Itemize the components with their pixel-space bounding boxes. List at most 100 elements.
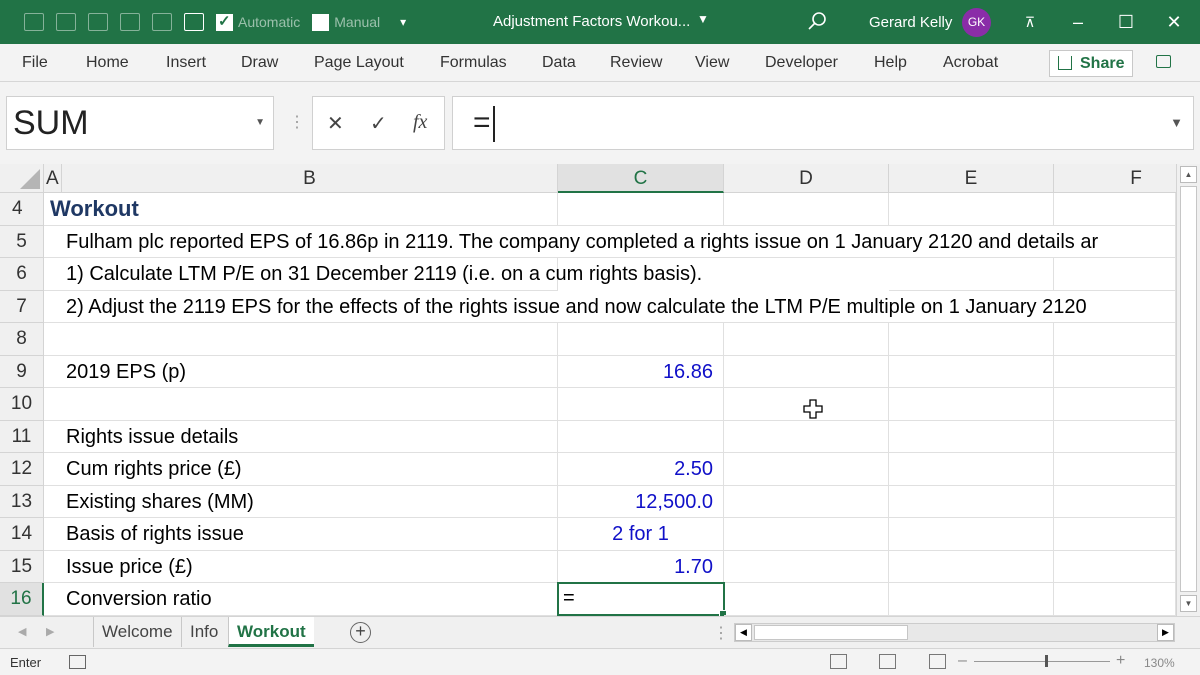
column-header-e[interactable]: E [889, 164, 1054, 193]
tab-file[interactable]: File [22, 54, 48, 72]
enter-check-icon[interactable]: ✓ [370, 111, 387, 136]
scroll-down-icon[interactable]: ▼ [1180, 595, 1197, 612]
cell-d12[interactable] [724, 453, 889, 486]
zoom-slider-knob[interactable] [1045, 655, 1048, 667]
cell-e12[interactable] [889, 453, 1054, 486]
cell-c10[interactable] [558, 388, 724, 421]
zoom-level[interactable]: 130% [1144, 656, 1175, 670]
save-icon[interactable] [56, 13, 76, 31]
manual-calc-toggle[interactable]: Manual [312, 13, 380, 31]
cell-c13[interactable]: 12,500.0 [558, 485, 724, 518]
calculator-icon[interactable] [120, 13, 140, 31]
row-header-16[interactable]: 16 [0, 583, 44, 616]
tab-formulas[interactable]: Formulas [440, 54, 507, 72]
cell-b7[interactable]: 2) Adjust the 2119 EPS for the effects o… [44, 290, 1176, 323]
customize-qat-icon[interactable]: ▾ [400, 15, 406, 29]
cell-c11[interactable] [558, 420, 724, 453]
sheet-tab-workout[interactable]: Workout [228, 617, 314, 647]
tab-developer[interactable]: Developer [765, 54, 838, 72]
macro-recording-icon[interactable] [69, 655, 86, 669]
cell-d4[interactable] [724, 193, 889, 226]
tab-draw[interactable]: Draw [241, 54, 278, 72]
row-header-7[interactable]: 7 [0, 290, 44, 323]
column-header-a[interactable]: A [44, 164, 62, 193]
column-header-f[interactable]: F [1054, 164, 1176, 193]
avatar[interactable]: GK [962, 8, 991, 37]
tab-home[interactable]: Home [86, 54, 129, 72]
cell-d14[interactable] [724, 518, 889, 551]
active-cell-c16[interactable]: = [557, 582, 727, 616]
row-header-13[interactable]: 13 [0, 485, 44, 518]
insert-function-icon[interactable]: fx [413, 111, 427, 134]
next-sheet-icon[interactable]: ▶ [46, 625, 54, 638]
cell-c12[interactable]: 2.50 [558, 453, 724, 486]
cell-b13[interactable]: Existing shares (MM) [44, 485, 558, 518]
expand-formula-bar-icon[interactable]: ▼ [1170, 97, 1183, 149]
form-icon[interactable] [152, 13, 172, 31]
maximize-icon[interactable]: ☐ [1114, 10, 1138, 34]
tab-insert[interactable]: Insert [166, 54, 206, 72]
cell-e16[interactable] [889, 583, 1054, 616]
document-title[interactable]: Adjustment Factors Workou... [493, 13, 690, 30]
cell-b12[interactable]: Cum rights price (£) [44, 453, 558, 486]
cell-b5[interactable]: Fulham plc reported EPS of 16.86p in 211… [44, 225, 1176, 258]
cell-f12[interactable] [1054, 453, 1176, 486]
column-header-b[interactable]: B [62, 164, 558, 193]
tab-acrobat[interactable]: Acrobat [943, 54, 998, 72]
sheet-tab-welcome[interactable]: Welcome [93, 617, 181, 647]
resize-handle-icon[interactable]: ⋮ [289, 112, 305, 132]
name-box-dropdown-icon[interactable]: ▼ [255, 97, 265, 149]
cell-e4[interactable] [889, 193, 1054, 226]
row-header-6[interactable]: 6 [0, 258, 44, 291]
scroll-up-icon[interactable]: ▲ [1180, 166, 1197, 183]
horizontal-scroll-thumb[interactable] [754, 625, 908, 640]
select-all-button[interactable] [0, 164, 44, 193]
cell-d15[interactable] [724, 550, 889, 583]
row-header-15[interactable]: 15 [0, 550, 44, 583]
cell-e9[interactable] [889, 355, 1054, 388]
cell-e15[interactable] [889, 550, 1054, 583]
cell-e14[interactable] [889, 518, 1054, 551]
automatic-calc-toggle[interactable]: Automatic [216, 12, 300, 31]
tab-review[interactable]: Review [610, 54, 662, 72]
row-header-12[interactable]: 12 [0, 453, 44, 486]
ribbon-display-icon[interactable]: ⊼ [1018, 10, 1042, 34]
cell-b10[interactable] [44, 388, 558, 421]
row-header-8[interactable]: 8 [0, 323, 44, 356]
cell-e8[interactable] [889, 323, 1054, 356]
cell-f10[interactable] [1054, 388, 1176, 421]
page-layout-view-icon[interactable] [879, 654, 896, 669]
share-button[interactable]: Share [1049, 50, 1133, 77]
cell-b15[interactable]: Issue price (£) [44, 550, 558, 583]
tab-split-handle-icon[interactable]: ⋮ [713, 623, 729, 643]
cell-e13[interactable] [889, 485, 1054, 518]
sheet-tab-info[interactable]: Info [181, 617, 226, 647]
cell-b14[interactable]: Basis of rights issue [44, 518, 558, 551]
cell-d8[interactable] [724, 323, 889, 356]
cell-f14[interactable] [1054, 518, 1176, 551]
cell-f4[interactable] [1054, 193, 1176, 226]
search-icon[interactable] [806, 10, 828, 32]
undo-icon[interactable] [88, 13, 108, 31]
cell-b4[interactable]: Workout [44, 193, 558, 226]
cell-b16[interactable]: Conversion ratio [44, 583, 558, 616]
tab-page-layout[interactable]: Page Layout [314, 54, 404, 72]
grid-icon[interactable] [184, 13, 204, 31]
zoom-slider[interactable] [974, 661, 1110, 662]
cell-c15[interactable]: 1.70 [558, 550, 724, 583]
cell-c8[interactable] [558, 323, 724, 356]
column-header-d[interactable]: D [724, 164, 889, 193]
column-header-c[interactable]: C [558, 164, 724, 193]
cell-b6[interactable]: 1) Calculate LTM P/E on 31 December 2119… [44, 258, 702, 291]
cell-f11[interactable] [1054, 420, 1176, 453]
cell-d13[interactable] [724, 485, 889, 518]
name-box[interactable]: SUM ▼ [6, 96, 274, 150]
zoom-out-icon[interactable]: – [958, 652, 967, 670]
cancel-icon[interactable]: ✕ [327, 111, 344, 136]
scroll-thumb[interactable] [1180, 186, 1197, 592]
scroll-right-icon[interactable]: ▶ [1157, 624, 1174, 641]
cell-d16[interactable] [724, 583, 889, 616]
comments-icon[interactable] [1156, 55, 1171, 68]
row-header-11[interactable]: 11 [0, 420, 44, 453]
cell-d9[interactable] [724, 355, 889, 388]
